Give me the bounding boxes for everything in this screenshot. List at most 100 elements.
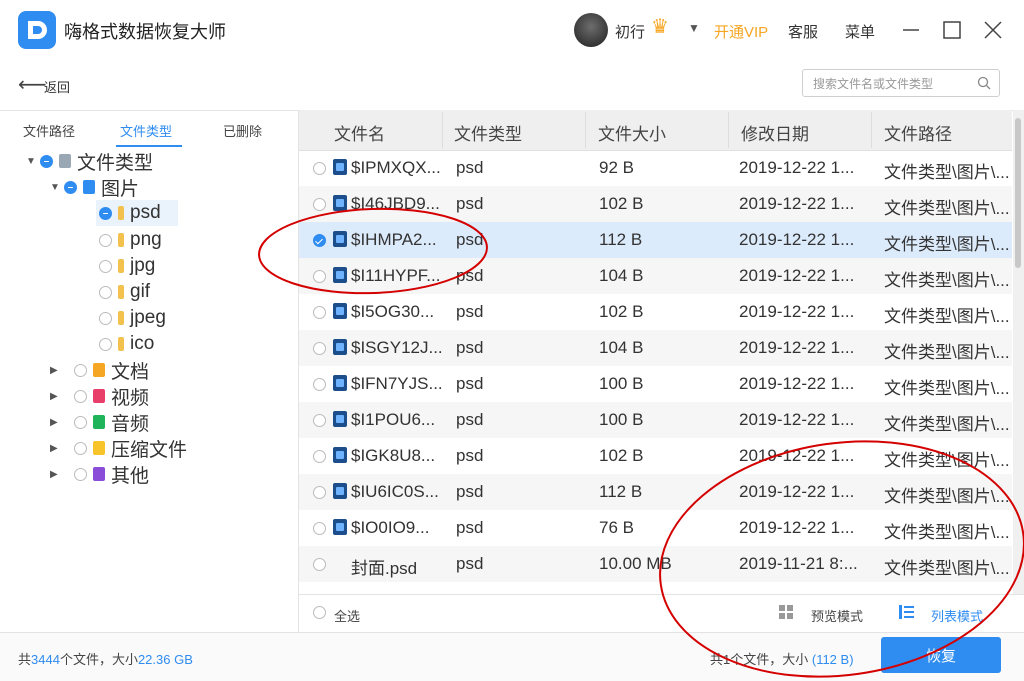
- close-icon[interactable]: [981, 18, 1005, 42]
- tree-label: jpg: [130, 255, 156, 276]
- table-row[interactable]: $IFN7YJS... psd 100 B 2019-12-22 1... 文件…: [299, 366, 1012, 402]
- grid-icon[interactable]: [779, 605, 793, 624]
- tree-radio[interactable]: [74, 389, 87, 403]
- total-count: 3444: [31, 652, 60, 667]
- expand-arrow-icon[interactable]: ▼: [50, 182, 64, 193]
- tree-item-other[interactable]: ▶ 其他: [50, 461, 149, 487]
- row-radio[interactable]: [313, 198, 326, 211]
- tree-item-jpeg[interactable]: jpeg: [99, 305, 166, 331]
- list-mode-button[interactable]: 列表模式: [931, 606, 983, 625]
- tree-label: 文档: [111, 361, 150, 383]
- table-row[interactable]: $I1POU6... psd 100 B 2019-12-22 1... 文件类…: [299, 402, 1012, 438]
- expand-arrow-icon[interactable]: ▶: [50, 391, 64, 402]
- search-icon[interactable]: [977, 76, 991, 95]
- row-radio[interactable]: [313, 522, 326, 535]
- table-row[interactable]: $I5OG30... psd 102 B 2019-12-22 1... 文件类…: [299, 294, 1012, 330]
- row-radio[interactable]: [313, 234, 326, 247]
- preview-mode-button[interactable]: 预览模式: [811, 606, 863, 625]
- username[interactable]: 初行: [615, 21, 645, 42]
- avatar[interactable]: [574, 13, 608, 47]
- row-radio[interactable]: [313, 306, 326, 319]
- tree-item-ico[interactable]: ico: [99, 331, 154, 357]
- expand-arrow-icon[interactable]: ▶: [50, 469, 64, 480]
- cell-date: 2019-12-22 1...: [739, 446, 855, 465]
- row-radio[interactable]: [313, 414, 326, 427]
- expand-arrow-icon[interactable]: ▶: [50, 417, 64, 428]
- service-button[interactable]: 客服: [788, 21, 818, 42]
- cell-date: 2019-11-21 8:...: [739, 554, 858, 573]
- table-row[interactable]: $I46JBD9... psd 102 B 2019-12-22 1... 文件…: [299, 186, 1012, 222]
- app-title: 嗨格式数据恢复大师: [64, 22, 226, 42]
- vip-button[interactable]: 开通VIP: [714, 21, 768, 42]
- cell-date: 2019-12-22 1...: [739, 230, 855, 249]
- column-separator[interactable]: [585, 112, 586, 148]
- expand-arrow-icon[interactable]: ▶: [50, 443, 64, 454]
- chevron-down-icon[interactable]: ▼: [688, 21, 700, 35]
- column-header-name[interactable]: 文件名: [334, 120, 385, 145]
- tree-radio[interactable]: [74, 363, 87, 377]
- tree-radio[interactable]: [74, 441, 87, 455]
- table-row[interactable]: $IO0IO9... psd 76 B 2019-12-22 1... 文件类型…: [299, 510, 1012, 546]
- tree-radio[interactable]: [40, 154, 53, 168]
- recover-button[interactable]: 恢复: [881, 637, 1001, 673]
- scrollbar-thumb[interactable]: [1015, 118, 1021, 268]
- select-all-radio[interactable]: [313, 606, 326, 619]
- tree-radio[interactable]: [99, 259, 112, 273]
- column-separator[interactable]: [442, 112, 443, 148]
- tree-item-gif[interactable]: gif: [99, 279, 150, 305]
- column-header-date[interactable]: 修改日期: [741, 120, 809, 145]
- list-icon[interactable]: [899, 605, 914, 624]
- tree-radio[interactable]: [99, 337, 112, 351]
- tree-radio[interactable]: [99, 311, 112, 325]
- row-radio[interactable]: [313, 558, 326, 571]
- back-button[interactable]: 返回: [44, 77, 70, 96]
- menu-button[interactable]: 菜单: [845, 21, 875, 42]
- tree-radio[interactable]: [64, 180, 77, 194]
- table-row[interactable]: 封面.psd psd 10.00 MB 2019-11-21 8:... 文件类…: [299, 546, 1012, 582]
- tree-item-video[interactable]: ▶ 视频: [50, 383, 149, 409]
- tree-item-archive[interactable]: ▶ 压缩文件: [50, 435, 187, 461]
- table-row[interactable]: $IU6IC0S... psd 112 B 2019-12-22 1... 文件…: [299, 474, 1012, 510]
- tab-file-path[interactable]: 文件路径: [23, 121, 75, 140]
- row-radio[interactable]: [313, 378, 326, 391]
- table-row[interactable]: $IPMXQX... psd 92 B 2019-12-22 1... 文件类型…: [299, 150, 1012, 186]
- cell-path: 文件类型\图片\...: [884, 307, 1010, 326]
- tree-item-psd[interactable]: psd: [96, 200, 178, 226]
- select-all-label[interactable]: 全选: [334, 606, 360, 625]
- expand-arrow-icon[interactable]: ▼: [26, 156, 40, 167]
- tree-radio[interactable]: [99, 285, 112, 299]
- tab-deleted[interactable]: 已删除: [223, 121, 262, 140]
- tree-item-png[interactable]: png: [99, 227, 162, 253]
- row-radio[interactable]: [313, 486, 326, 499]
- row-radio[interactable]: [313, 450, 326, 463]
- column-header-type[interactable]: 文件类型: [454, 120, 522, 145]
- tree-item-jpg[interactable]: jpg: [99, 253, 155, 279]
- table-row[interactable]: $I11HYPF... psd 104 B 2019-12-22 1... 文件…: [299, 258, 1012, 294]
- column-separator[interactable]: [728, 112, 729, 148]
- tree-radio[interactable]: [74, 415, 87, 429]
- column-separator[interactable]: [871, 112, 872, 148]
- tree-item-image[interactable]: ▼ 图片: [50, 174, 139, 200]
- tree-item-file-type[interactable]: ▼ 文件类型: [26, 148, 153, 174]
- tree-radio[interactable]: [99, 233, 112, 247]
- row-radio[interactable]: [313, 162, 326, 175]
- back-arrow-icon[interactable]: ⟵: [18, 72, 47, 97]
- tree-item-audio[interactable]: ▶ 音频: [50, 409, 149, 435]
- table-row[interactable]: $IGK8U8... psd 102 B 2019-12-22 1... 文件类…: [299, 438, 1012, 474]
- column-header-path[interactable]: 文件路径: [884, 120, 952, 145]
- tab-file-type[interactable]: 文件类型: [120, 121, 172, 140]
- expand-arrow-icon[interactable]: ▶: [50, 365, 64, 376]
- row-radio[interactable]: [313, 342, 326, 355]
- tree-radio[interactable]: [99, 206, 112, 220]
- column-header-size[interactable]: 文件大小: [598, 120, 666, 145]
- total-files-summary: 共3444个文件，大小22.36 GB: [18, 649, 193, 668]
- minimize-icon[interactable]: [899, 18, 923, 42]
- search-input[interactable]: [811, 74, 975, 94]
- row-radio[interactable]: [313, 270, 326, 283]
- table-row-selected[interactable]: $IHMPA2... psd 112 B 2019-12-22 1... 文件类…: [299, 222, 1012, 258]
- maximize-icon[interactable]: [940, 18, 964, 42]
- table-row[interactable]: $ISGY12J... psd 104 B 2019-12-22 1... 文件…: [299, 330, 1012, 366]
- search-box[interactable]: [802, 69, 1000, 97]
- tree-item-document[interactable]: ▶ 文档: [50, 357, 149, 383]
- tree-radio[interactable]: [74, 467, 87, 481]
